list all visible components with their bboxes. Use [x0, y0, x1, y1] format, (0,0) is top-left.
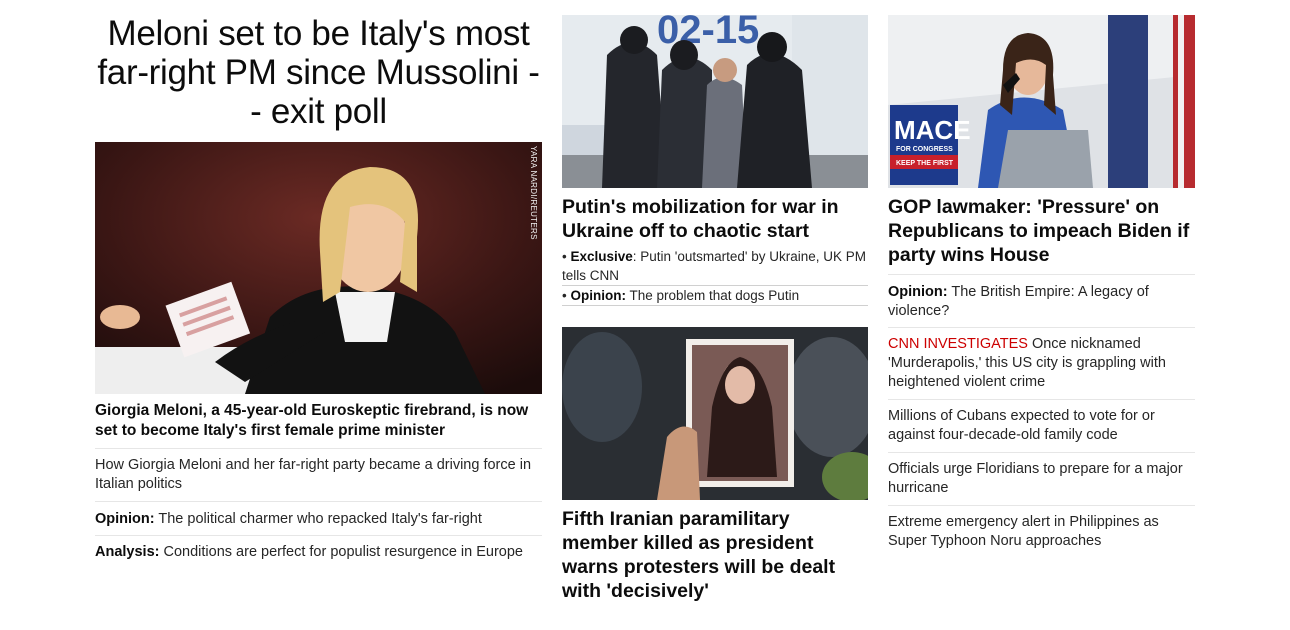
right-link-philippines[interactable]: Extreme emergency alert in Philippines a… — [888, 505, 1195, 558]
photo-credit: YARA NARDI/REUTERS — [529, 146, 538, 240]
right-link-florida[interactable]: Officials urge Floridians to prepare for… — [888, 452, 1195, 505]
police-detention-illustration: 02-15 — [562, 15, 868, 188]
sign-text: MACE — [894, 115, 971, 145]
sign-band-text: KEEP THE FIRST — [896, 160, 954, 167]
putin-sublinks: • Exclusive: Putin 'outsmarted' by Ukrai… — [562, 247, 868, 306]
related-link-2[interactable]: Opinion: The political charmer who repac… — [95, 501, 542, 535]
right-link-cubans[interactable]: Millions of Cubans expected to vote for … — [888, 399, 1195, 452]
lead-photo[interactable]: YARA NARDI/REUTERS — [95, 142, 542, 394]
svg-text:02-15: 02-15 — [657, 15, 759, 52]
lead-related-list: How Giorgia Meloni and her far-right par… — [95, 448, 542, 569]
sign-subtext: FOR CONGRESS — [896, 146, 953, 153]
right-link-cnn-investigates[interactable]: CNN INVESTIGATES Once nicknamed 'Murdera… — [888, 327, 1195, 399]
right-links-list: Opinion: The British Empire: A legacy of… — [888, 274, 1195, 558]
putin-headline-link[interactable]: Putin's mobilization for war in Ukraine … — [562, 195, 868, 243]
sublink-exclusive[interactable]: • Exclusive: Putin 'outsmarted' by Ukrai… — [562, 247, 868, 286]
mace-rally-illustration: MACE FOR CONGRESS KEEP THE FIRST — [888, 15, 1195, 188]
gop-headline-link[interactable]: GOP lawmaker: 'Pressure' on Republicans … — [888, 195, 1195, 267]
lead-caption-link[interactable]: Giorgia Meloni, a 45-year-old Euroskepti… — [95, 401, 542, 441]
meloni-photo-illustration — [95, 142, 542, 394]
sublink-opinion[interactable]: • Opinion: The problem that dogs Putin — [562, 286, 868, 306]
lead-headline-link[interactable]: Meloni set to be Italy's most far-right … — [95, 14, 542, 131]
protest-portrait-illustration — [562, 327, 868, 500]
related-link-3[interactable]: Analysis: Conditions are perfect for pop… — [95, 535, 542, 569]
mace-story-photo[interactable]: MACE FOR CONGRESS KEEP THE FIRST — [888, 15, 1195, 188]
iran-story-photo[interactable] — [562, 327, 868, 500]
putin-story-photo[interactable]: 02-15 — [562, 15, 868, 188]
iran-headline-link[interactable]: Fifth Iranian paramilitary member killed… — [562, 507, 868, 603]
related-link-1[interactable]: How Giorgia Meloni and her far-right par… — [95, 448, 542, 501]
right-link-opinion[interactable]: Opinion: The British Empire: A legacy of… — [888, 274, 1195, 327]
